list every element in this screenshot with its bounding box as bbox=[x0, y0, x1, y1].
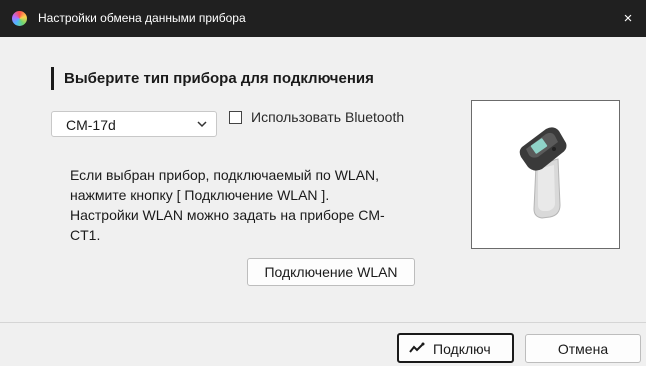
info-line: нажмите кнопку [ Подключение WLAN ]. bbox=[70, 187, 330, 203]
title-bar[interactable]: Настройки обмена данными прибора × bbox=[0, 0, 646, 37]
color-wheel-icon bbox=[12, 11, 27, 26]
chevron-down-icon bbox=[197, 121, 207, 128]
device-type-select[interactable]: CM-17d bbox=[51, 111, 217, 137]
close-button[interactable]: × bbox=[610, 0, 646, 37]
info-line: Если выбран прибор, подключаемый по WLAN… bbox=[70, 167, 380, 183]
device-preview-frame bbox=[471, 100, 620, 249]
section-heading: Выберите тип прибора для подключения bbox=[64, 70, 374, 87]
bluetooth-checkbox-label[interactable]: Использовать Bluetooth bbox=[251, 109, 404, 126]
wlan-connect-button[interactable]: Подключение WLAN bbox=[247, 258, 415, 286]
connect-button[interactable]: Подключ bbox=[397, 333, 514, 363]
info-line: Настройки WLAN можно задать на приборе C… bbox=[70, 207, 385, 223]
device-type-value: CM-17d bbox=[66, 117, 116, 133]
bluetooth-checkbox[interactable] bbox=[229, 111, 242, 124]
heading-accent-bar bbox=[51, 67, 54, 90]
close-icon: × bbox=[623, 10, 633, 27]
cancel-button[interactable]: Отмена bbox=[525, 334, 641, 363]
device-communication-settings-dialog: Настройки обмена данными прибора × Выбер… bbox=[0, 0, 646, 366]
connect-button-label: Подключ bbox=[433, 341, 491, 357]
connection-signal-icon bbox=[409, 342, 425, 353]
window-title: Настройки обмена данными прибора bbox=[38, 11, 246, 25]
footer-divider bbox=[0, 322, 646, 323]
spectrophotometer-device-icon bbox=[519, 127, 567, 219]
info-line: CT1. bbox=[70, 227, 101, 243]
wlan-info-text: Если выбран прибор, подключаемый по WLAN… bbox=[70, 165, 415, 245]
